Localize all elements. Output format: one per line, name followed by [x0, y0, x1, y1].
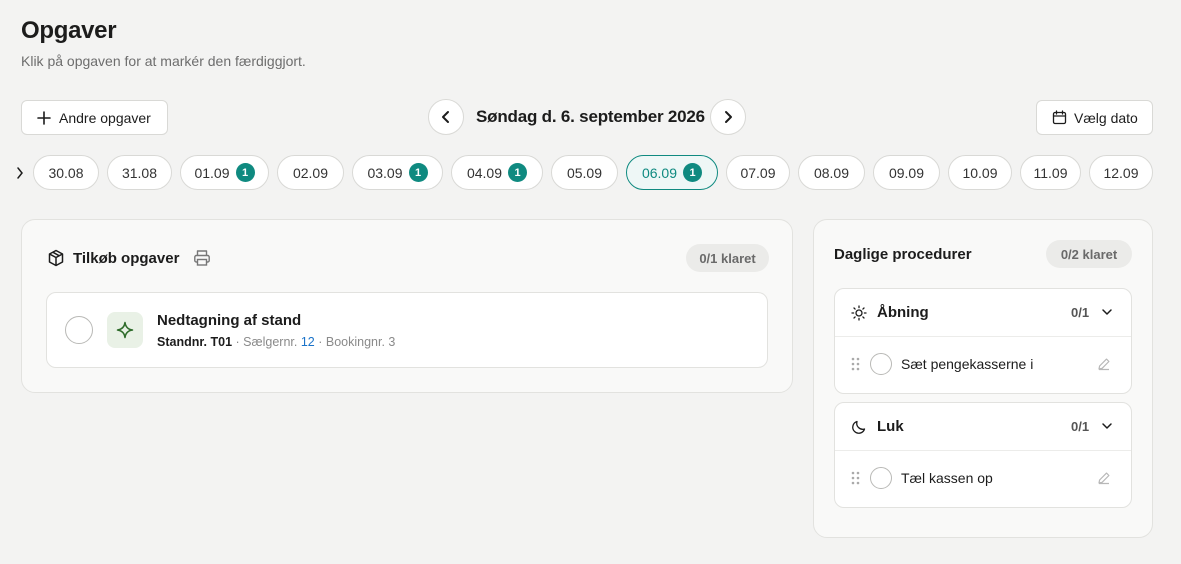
daily-procedures-card: Daglige procedurer 0/2 klaret Åbning 0/1… [813, 219, 1153, 538]
procedure-group-count: 0/1 [1071, 305, 1090, 320]
date-chip[interactable]: 30.08 [33, 155, 99, 190]
date-chip-label: 11.09 [1033, 164, 1068, 181]
procedure-group-header[interactable]: Luk 0/1 [835, 403, 1131, 451]
next-day-button[interactable] [710, 99, 746, 135]
task-count-badge: 1 [408, 163, 428, 182]
procedure-group-count: 0/1 [1071, 419, 1090, 434]
date-chip-label: 01.09 [194, 164, 230, 181]
chevron-down-icon [1102, 309, 1112, 315]
chevron-down-icon [1102, 423, 1112, 429]
moon-icon [852, 420, 866, 434]
date-strip: 30.08 31.08 01.09 1 02.09 03.09 1 04.09 1 0… [0, 155, 1181, 191]
date-chip-label: 07.09 [740, 164, 776, 181]
date-chip[interactable]: 12.09 [1089, 155, 1153, 190]
other-tasks-label: Andre opgaver [59, 109, 151, 126]
choose-date-button[interactable]: Vælg dato [1036, 100, 1153, 135]
meta-separator: · [318, 335, 326, 349]
page-title: Opgaver [21, 17, 117, 44]
task-item[interactable]: Nedtagning af stand Standnr. T01 · Sælge… [46, 292, 768, 368]
addon-progress-badge: 0/1 klaret [686, 244, 769, 272]
daily-progress-badge: 0/2 klaret [1046, 240, 1132, 268]
procedure-item[interactable]: Sæt pengekasserne i [835, 337, 1131, 394]
procedure-group-header[interactable]: Åbning 0/1 [835, 289, 1131, 337]
sparkle-icon [116, 321, 134, 339]
procedure-group-closing: Luk 0/1 Tæl kassen op [834, 402, 1132, 508]
chevron-right-icon [725, 111, 732, 123]
date-chip-label: 30.08 [48, 164, 84, 181]
date-chip-label: 04.09 [466, 164, 503, 181]
date-chip[interactable]: 11.09 [1020, 155, 1081, 190]
meta-separator: · [235, 335, 244, 349]
date-chip-label: 05.09 [566, 164, 603, 181]
drag-handle-icon[interactable] [851, 471, 860, 485]
task-title: Nedtagning af stand [157, 312, 302, 329]
procedure-checkbox[interactable] [870, 353, 892, 375]
chevron-left-icon [442, 111, 449, 123]
task-count-badge: 1 [683, 163, 703, 182]
drag-handle-icon[interactable] [851, 357, 860, 371]
choose-date-label: Vælg dato [1074, 109, 1138, 126]
date-chip-label: 12.09 [1103, 164, 1139, 181]
date-chip-label: 02.09 [292, 164, 329, 181]
plus-icon [37, 110, 51, 125]
other-tasks-button[interactable]: Andre opgaver [21, 100, 168, 135]
previous-day-button[interactable] [428, 99, 464, 135]
package-icon [48, 249, 64, 267]
date-chip[interactable]: 07.09 [726, 155, 790, 190]
date-chip-label: 10.09 [962, 164, 998, 181]
date-chip-label: 09.09 [888, 164, 925, 181]
page-subtitle: Klik på opgaven for at markér den færdig… [21, 53, 306, 69]
task-meta: Standnr. T01 · Sælgernr. 12 · Bookingnr.… [157, 335, 395, 349]
date-chip-selected[interactable]: 06.09 1 [626, 155, 718, 190]
date-chip-label: 06.09 [641, 164, 678, 181]
date-chip-label: 03.09 [367, 164, 403, 181]
date-chip[interactable]: 04.09 1 [451, 155, 543, 190]
procedure-item[interactable]: Tæl kassen op [835, 451, 1131, 508]
date-chip[interactable]: 08.09 [798, 155, 865, 190]
task-count-badge: 1 [508, 163, 528, 182]
procedure-checkbox[interactable] [870, 467, 892, 489]
sun-icon [851, 305, 867, 321]
pencil-icon[interactable] [1097, 357, 1111, 371]
calendar-icon [1052, 110, 1067, 125]
date-chip[interactable]: 31.08 [107, 155, 172, 190]
printer-icon[interactable] [193, 249, 211, 267]
date-chip-label: 31.08 [121, 164, 158, 181]
addon-tasks-card: Tilkøb opgaver 0/1 klaret Nedtagning af … [21, 219, 793, 393]
pencil-icon[interactable] [1097, 471, 1111, 485]
task-checkbox[interactable] [65, 316, 93, 344]
daily-procedures-title: Daglige procedurer [834, 246, 972, 263]
addon-tasks-header: Tilkøb opgaver [47, 249, 211, 267]
task-count-badge: 1 [235, 163, 255, 182]
seller-number-link[interactable]: 12 [301, 335, 315, 349]
procedure-group-name: Luk [877, 418, 904, 435]
date-chip[interactable]: 10.09 [948, 155, 1012, 190]
date-strip-scroll-indicator [17, 167, 23, 179]
addon-tasks-title: Tilkøb opgaver [73, 249, 180, 267]
date-chip[interactable]: 01.09 1 [180, 155, 269, 190]
procedure-group-name: Åbning [877, 304, 929, 321]
procedure-item-label: Sæt pengekasserne i [901, 356, 1034, 372]
date-chip-label: 08.09 [813, 164, 850, 181]
seller-label: Sælgernr. [243, 335, 298, 349]
booking-number: Bookingnr. 3 [325, 335, 396, 349]
date-chip[interactable]: 03.09 1 [352, 155, 443, 190]
date-chip[interactable]: 02.09 [277, 155, 344, 190]
procedure-group-opening: Åbning 0/1 Sæt pengekasserne i [834, 288, 1132, 394]
date-chip[interactable]: 05.09 [551, 155, 618, 190]
date-chip[interactable]: 09.09 [873, 155, 940, 190]
procedure-item-label: Tæl kassen op [901, 470, 993, 486]
stand-number: Standnr. T01 [157, 335, 233, 349]
task-icon [107, 312, 143, 348]
current-date-heading: Søndag d. 6. september 2026 [476, 107, 705, 126]
